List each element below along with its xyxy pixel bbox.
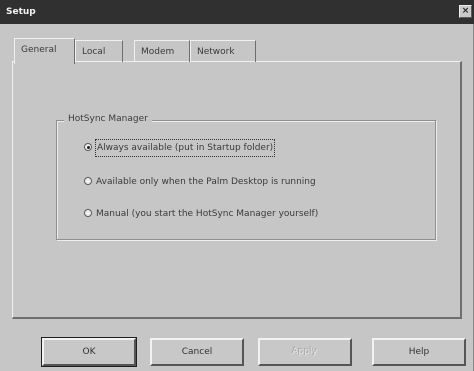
radio-label: Always available (put in Startup folder) [94, 139, 276, 157]
tab-general[interactable]: General [14, 38, 75, 64]
radio-button[interactable] [84, 209, 92, 217]
help-button[interactable]: Help [372, 338, 466, 366]
apply-button[interactable]: Apply [258, 338, 352, 366]
ok-button[interactable]: OK [41, 337, 137, 367]
cancel-button[interactable]: Cancel [150, 338, 244, 366]
tab-modem[interactable]: Modem [134, 40, 190, 62]
window-title: Setup [6, 7, 36, 17]
title-bar[interactable]: Setup × [0, 0, 474, 24]
group-title: HotSync Manager [64, 110, 152, 128]
radio-button-selected[interactable] [84, 143, 92, 151]
radio-label: Available only when the Palm Desktop is … [96, 177, 316, 187]
close-icon[interactable]: × [459, 5, 472, 18]
setup-dialog: Setup × General Local Modem Network HotS… [0, 0, 474, 371]
radio-label: Manual (you start the HotSync Manager yo… [96, 209, 319, 219]
tab-local[interactable]: Local [75, 40, 123, 62]
radio-button[interactable] [84, 177, 92, 185]
tab-network[interactable]: Network [190, 40, 256, 62]
